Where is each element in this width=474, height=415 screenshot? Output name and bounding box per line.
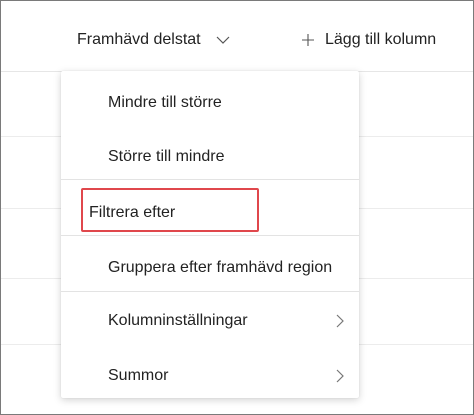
- chevron-right-icon: [335, 314, 345, 328]
- column-header-framhavd-delstat[interactable]: Framhävd delstat: [77, 31, 231, 49]
- chevron-down-icon: [215, 32, 231, 48]
- menu-divider: [61, 291, 359, 292]
- menu-item-sort-descending[interactable]: Större till mindre: [61, 131, 359, 183]
- menu-item-label: Kolumninställningar: [108, 312, 248, 329]
- plus-icon: [301, 33, 315, 47]
- screenshot-frame: Framhävd delstat Lägg till kolumn Mindre…: [0, 0, 474, 415]
- column-header-label: Framhävd delstat: [77, 31, 201, 48]
- menu-item-sort-ascending[interactable]: Mindre till större: [61, 77, 359, 129]
- list-header: Framhävd delstat Lägg till kolumn: [1, 1, 473, 72]
- menu-item-filter-by[interactable]: Filtrera efter: [61, 187, 359, 239]
- menu-divider: [61, 179, 359, 180]
- chevron-right-icon: [335, 369, 345, 383]
- menu-item-group-by[interactable]: Gruppera efter framhävd region: [61, 242, 359, 294]
- menu-item-label: Mindre till större: [108, 94, 222, 111]
- menu-item-label: Större till mindre: [108, 148, 225, 165]
- menu-item-label: Gruppera efter framhävd region: [108, 259, 333, 276]
- column-context-menu: Mindre till större Större till mindre Fi…: [61, 71, 359, 398]
- menu-divider: [61, 235, 359, 236]
- menu-item-label: Summor: [108, 367, 169, 384]
- menu-item-label: Filtrera efter: [89, 204, 176, 221]
- menu-item-totals[interactable]: Summor: [61, 350, 359, 402]
- add-column-label: Lägg till kolumn: [325, 31, 437, 48]
- add-column-button[interactable]: Lägg till kolumn: [301, 31, 436, 49]
- menu-item-column-settings[interactable]: Kolumninställningar: [61, 295, 359, 347]
